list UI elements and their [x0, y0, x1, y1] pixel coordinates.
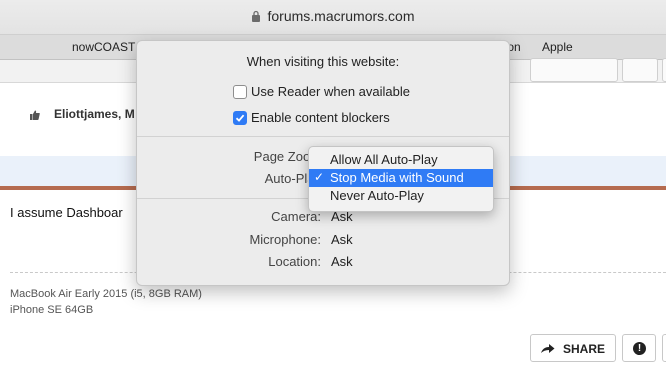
autoplay-label: Auto-Play	[264, 171, 321, 186]
report-button[interactable]: !	[622, 334, 656, 362]
url-field[interactable]: forums.macrumors.com	[0, 8, 666, 24]
menu-item-never-autoplay[interactable]: Never Auto-Play	[309, 187, 493, 205]
menu-item-allow-all[interactable]: Allow All Auto-Play	[309, 151, 493, 169]
share-label: SHARE	[563, 342, 606, 356]
signature-line: iPhone SE 64GB	[10, 304, 94, 316]
menu-item-label: Allow All Auto-Play	[330, 152, 438, 167]
content-blockers-label: Enable content blockers	[251, 110, 390, 125]
toolbar-button[interactable]	[530, 58, 618, 82]
url-text: forums.macrumors.com	[267, 8, 415, 24]
popover-title: When visiting this website:	[246, 54, 400, 69]
favorite-apple[interactable]: Apple	[542, 40, 573, 54]
location-select[interactable]: Ask	[331, 254, 353, 269]
section-divider	[137, 136, 509, 137]
menu-item-stop-media-with-sound[interactable]: ✓ Stop Media with Sound	[309, 169, 493, 187]
signature-line: MacBook Air Early 2015 (i5, 8GB RAM)	[10, 288, 202, 300]
share-button[interactable]: SHARE	[530, 334, 616, 362]
menu-item-label: Never Auto-Play	[330, 188, 424, 203]
camera-label: Camera:	[271, 209, 321, 224]
post-body: I assume Dashboar	[10, 205, 123, 220]
location-label: Location:	[268, 254, 321, 269]
content-blockers-checkbox[interactable]	[233, 111, 247, 125]
microphone-label: Microphone:	[249, 232, 321, 247]
page-zoom-label: Page Zoom	[253, 149, 321, 164]
share-arrow-icon	[541, 344, 555, 353]
checkmark-icon	[235, 114, 245, 122]
toolbar-button[interactable]	[662, 58, 666, 82]
lock-icon	[252, 10, 261, 22]
post-author[interactable]: Eliottjames, M	[54, 107, 135, 121]
reader-checkbox[interactable]	[233, 85, 247, 99]
toolbar-button[interactable]	[622, 58, 658, 82]
favorite-nowcoast[interactable]: nowCOAST	[72, 40, 135, 54]
thumbs-up-icon[interactable]	[30, 110, 40, 120]
address-bar[interactable]: forums.macrumors.com	[0, 0, 666, 35]
alert-icon: !	[633, 342, 646, 355]
menu-item-label: Stop Media with Sound	[330, 170, 464, 185]
autoplay-menu[interactable]: Allow All Auto-Play ✓ Stop Media with So…	[308, 146, 494, 212]
microphone-select[interactable]: Ask	[331, 232, 353, 247]
reader-label: Use Reader when available	[251, 84, 410, 99]
checkmark-icon: ✓	[314, 170, 325, 184]
more-button[interactable]	[662, 334, 666, 362]
